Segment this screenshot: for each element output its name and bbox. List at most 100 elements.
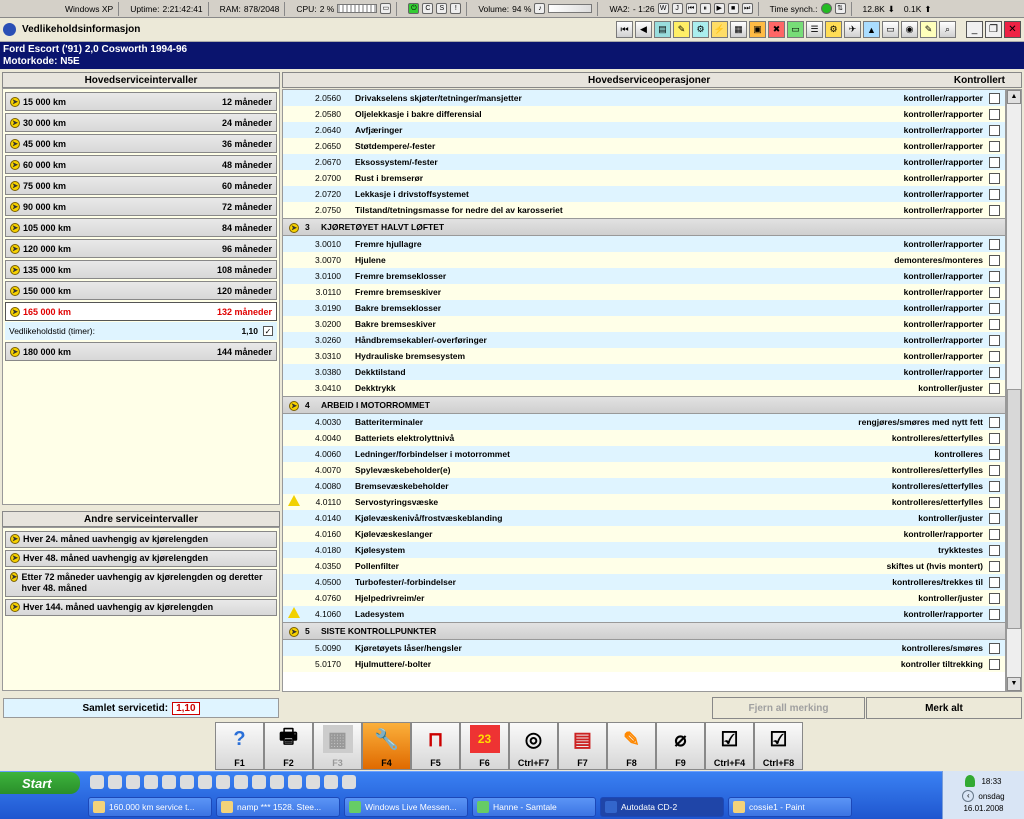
network-icon[interactable]: ⇅ bbox=[834, 3, 846, 14]
task-button[interactable]: Hanne - Samtale bbox=[472, 797, 596, 817]
print-button[interactable]: 🖶 F2 bbox=[264, 722, 313, 770]
checked-checkbox[interactable] bbox=[989, 560, 1000, 572]
other-interval-item[interactable]: ➤ Hver 48. måned uavhengig av kjørelengde… bbox=[5, 550, 277, 567]
checked-checkbox[interactable] bbox=[989, 318, 1000, 330]
interval-item[interactable]: ➤ 75 000 km 60 måneder bbox=[5, 176, 277, 195]
tool-6-icon[interactable]: ▣ bbox=[749, 21, 766, 38]
checked-checkbox[interactable] bbox=[989, 238, 1000, 250]
checked-checkbox[interactable] bbox=[989, 608, 1000, 620]
interval-item[interactable]: ➤ 90 000 km 72 måneder bbox=[5, 197, 277, 216]
checked-checkbox[interactable] bbox=[989, 140, 1000, 152]
first-icon[interactable]: ⏮ bbox=[616, 21, 633, 38]
quick-launch-icon[interactable] bbox=[342, 775, 356, 789]
scroll-down-icon[interactable]: ▼ bbox=[1007, 677, 1021, 691]
interval-item[interactable]: ➤ 30 000 km 24 måneder bbox=[5, 113, 277, 132]
interval-item[interactable]: ➤ 120 000 km 96 måneder bbox=[5, 239, 277, 258]
quick-launch-icon[interactable] bbox=[90, 775, 104, 789]
drive-icon[interactable]: ▭ bbox=[380, 3, 392, 14]
other-interval-item[interactable]: ➤ Hver 144. måned uavhengig av kjørelengd… bbox=[5, 599, 277, 616]
quick-launch-icon[interactable] bbox=[234, 775, 248, 789]
close-icon[interactable]: ✕ bbox=[1004, 21, 1021, 38]
interval-item[interactable]: ➤ 105 000 km 84 måneder bbox=[5, 218, 277, 237]
checked-checkbox[interactable] bbox=[989, 528, 1000, 540]
stop-icon[interactable]: ■ bbox=[727, 3, 739, 14]
ctrl-f4-button[interactable]: ☑ Ctrl+F4 bbox=[705, 722, 754, 770]
checked-checkbox[interactable] bbox=[989, 270, 1000, 282]
quick-launch-icon[interactable] bbox=[306, 775, 320, 789]
prev-icon[interactable]: ⏮ bbox=[685, 3, 697, 14]
maintenance-time-checkbox[interactable]: ✓ bbox=[263, 326, 273, 336]
f8-button[interactable]: ✎ F8 bbox=[607, 722, 656, 770]
tool-2-icon[interactable]: ✎ bbox=[673, 21, 690, 38]
checked-checkbox[interactable] bbox=[989, 544, 1000, 556]
info-icon[interactable]: ! bbox=[450, 3, 462, 14]
tool-3-icon[interactable]: ⚙ bbox=[692, 21, 709, 38]
task-button[interactable]: 160.000 km service t... bbox=[88, 797, 212, 817]
interval-item[interactable]: ➤ 180 000 km 144 måneder bbox=[5, 342, 277, 361]
quick-launch-icon[interactable] bbox=[270, 775, 284, 789]
ctrl-f7-button[interactable]: ◎ Ctrl+F7 bbox=[509, 722, 558, 770]
tool-4-icon[interactable]: ⚡ bbox=[711, 21, 728, 38]
start-button[interactable]: Start bbox=[0, 772, 80, 794]
quick-launch-icon[interactable] bbox=[324, 775, 338, 789]
checked-checkbox[interactable] bbox=[989, 92, 1000, 104]
back-icon[interactable]: ◀ bbox=[635, 21, 652, 38]
checked-checkbox[interactable] bbox=[989, 642, 1000, 654]
quick-launch-icon[interactable] bbox=[198, 775, 212, 789]
f6-button[interactable]: 23 F6 bbox=[460, 722, 509, 770]
checked-checkbox[interactable] bbox=[989, 496, 1000, 508]
interval-item[interactable]: ➤ 45 000 km 36 måneder bbox=[5, 134, 277, 153]
task-button[interactable]: Windows Live Messen... bbox=[344, 797, 468, 817]
quick-launch-icon[interactable] bbox=[180, 775, 194, 789]
checked-checkbox[interactable] bbox=[989, 302, 1000, 314]
section-header[interactable]: ➤ 4 ARBEID I MOTORROMMET bbox=[283, 396, 1005, 414]
f4-button[interactable]: 🔧 F4 bbox=[362, 722, 411, 770]
section-header[interactable]: ➤ 5 SISTE KONTROLLPUNKTER bbox=[283, 622, 1005, 640]
pause-icon[interactable]: ⏸ bbox=[699, 3, 711, 14]
quick-launch-icon[interactable] bbox=[288, 775, 302, 789]
interval-item[interactable]: ➤ 15 000 km 12 måneder bbox=[5, 92, 277, 111]
checked-checkbox[interactable] bbox=[989, 432, 1000, 444]
checked-checkbox[interactable] bbox=[989, 512, 1000, 524]
tool-15-icon[interactable]: ✎ bbox=[920, 21, 937, 38]
task-button[interactable]: namp *** 1528. Stee... bbox=[216, 797, 340, 817]
next-icon[interactable]: ⏭ bbox=[741, 3, 753, 14]
minimize-icon[interactable]: _ bbox=[966, 21, 983, 38]
checked-checkbox[interactable] bbox=[989, 480, 1000, 492]
checked-checkbox[interactable] bbox=[989, 108, 1000, 120]
tool-1-icon[interactable]: ▤ bbox=[654, 21, 671, 38]
clock-time[interactable]: 18:33 bbox=[981, 777, 1001, 786]
checked-checkbox[interactable] bbox=[989, 286, 1000, 298]
quick-launch-icon[interactable] bbox=[126, 775, 140, 789]
mark-all-button[interactable]: Merk alt bbox=[866, 697, 1022, 719]
checked-checkbox[interactable] bbox=[989, 366, 1000, 378]
w-icon[interactable]: W bbox=[657, 3, 669, 14]
quick-launch-icon[interactable] bbox=[144, 775, 158, 789]
tool-12-icon[interactable]: ▲ bbox=[863, 21, 880, 38]
checked-checkbox[interactable] bbox=[989, 334, 1000, 346]
interval-item-selected[interactable]: ➤ 165 000 km 132 måneder bbox=[5, 302, 277, 321]
quick-launch-icon[interactable] bbox=[252, 775, 266, 789]
checked-checkbox[interactable] bbox=[989, 658, 1000, 670]
quick-launch-icon[interactable] bbox=[216, 775, 230, 789]
tray-collapse-icon[interactable]: ‹ bbox=[962, 790, 975, 802]
search-icon[interactable]: ⌕ bbox=[939, 21, 956, 38]
scroll-thumb[interactable] bbox=[1007, 389, 1021, 629]
volume-slider[interactable] bbox=[548, 4, 593, 13]
c-icon[interactable]: C bbox=[422, 3, 434, 14]
checked-checkbox[interactable] bbox=[989, 350, 1000, 362]
s-icon[interactable]: S bbox=[436, 3, 448, 14]
section-header[interactable]: ➤ 3 KJØRETØYET HALVT LØFTET bbox=[283, 218, 1005, 236]
checked-checkbox[interactable] bbox=[989, 156, 1000, 168]
tool-13-icon[interactable]: ▭ bbox=[882, 21, 899, 38]
restore-icon[interactable]: ❐ bbox=[985, 21, 1002, 38]
checked-checkbox[interactable] bbox=[989, 416, 1000, 428]
f5-button[interactable]: ⊓ F5 bbox=[411, 722, 460, 770]
interval-item[interactable]: ➤ 60 000 km 48 måneder bbox=[5, 155, 277, 174]
tool-10-icon[interactable]: ⚙ bbox=[825, 21, 842, 38]
checked-checkbox[interactable] bbox=[989, 382, 1000, 394]
scroll-up-icon[interactable]: ▲ bbox=[1007, 90, 1021, 104]
checked-checkbox[interactable] bbox=[989, 172, 1000, 184]
checked-checkbox[interactable] bbox=[989, 124, 1000, 136]
checked-checkbox[interactable] bbox=[989, 592, 1000, 604]
